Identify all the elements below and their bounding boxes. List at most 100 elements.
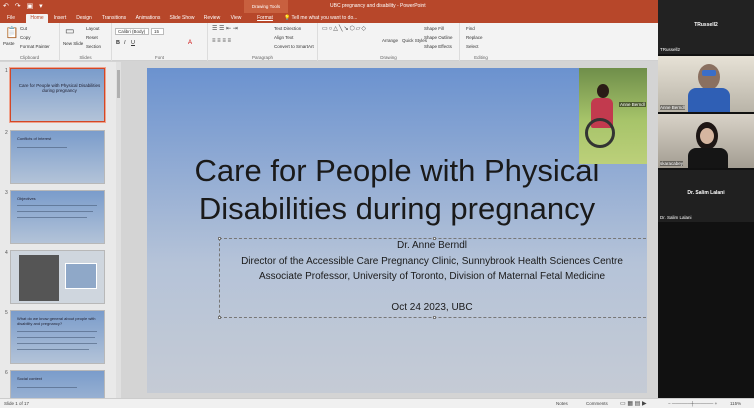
convert-smartart-button[interactable]: Convert to SmartArt — [274, 44, 314, 49]
arrange-button[interactable]: Arrange — [382, 38, 398, 43]
tab-home[interactable]: Home — [26, 14, 48, 23]
select-button[interactable]: Select — [466, 44, 479, 49]
tab-insert[interactable]: Insert — [52, 14, 68, 23]
slide-thumbnail-4[interactable] — [10, 250, 105, 304]
slide-counter: Slide 1 of 17 — [4, 401, 30, 406]
shape-outline-button[interactable]: Shape Outline — [424, 35, 453, 40]
slide-title-line-1: Care for People with Physical — [194, 153, 600, 188]
shapes-gallery-icon[interactable]: ▭○△╲↘⬡▱◇ — [322, 25, 367, 32]
thumbnail-text-line — [17, 331, 97, 332]
copy-button[interactable]: Copy — [20, 35, 31, 40]
tab-review[interactable]: Review — [202, 14, 222, 23]
quick-access-toolbar[interactable]: ↶ ↷ ▣ ▾ — [3, 2, 45, 10]
font-name-box[interactable]: Calibri (Body) — [115, 28, 149, 35]
tab-animations[interactable]: Animations — [134, 14, 162, 23]
editing-label: Editing — [474, 55, 488, 60]
zoom-level[interactable]: 115% — [730, 401, 741, 406]
shape-fill-button[interactable]: Shape Fill — [424, 26, 444, 31]
underline-button[interactable]: U — [131, 40, 135, 46]
reset-button[interactable]: Reset — [86, 35, 98, 40]
shape-effects-button[interactable]: Shape Effects — [424, 44, 452, 49]
window-title: UBC pregnancy and disability - PowerPoin… — [330, 3, 426, 9]
slide-title-line-2: Disabilities during pregnancy — [198, 191, 596, 226]
glasses-icon — [702, 70, 716, 76]
cut-button[interactable]: Cut — [20, 26, 27, 31]
resize-handle[interactable] — [433, 316, 436, 319]
video-participants-panel: TRussell2 TRussell2 Anne Berndl skaracab… — [658, 0, 754, 398]
comments-button[interactable]: Comments — [586, 401, 608, 406]
font-size-box[interactable]: 15 — [151, 28, 164, 35]
new-slide-icon[interactable]: ▭ — [65, 26, 74, 37]
slide-thumbnail-1[interactable]: Care for People with Physical Disabiliti… — [10, 68, 105, 122]
participant-name: Anne Berndl — [660, 105, 685, 110]
presenter-role-2: Associate Professor, University of Toron… — [258, 271, 606, 282]
wheelchair-wheel-icon — [585, 118, 615, 148]
slide-thumbnail-3[interactable]: Objectives — [10, 190, 105, 244]
slide-thumbnail-2[interactable]: Conflicts of Interest — [10, 130, 105, 184]
replace-button[interactable]: Replace — [466, 35, 483, 40]
ribbon-tabs: File Home Insert Design Transitions Anim… — [0, 13, 658, 23]
find-button[interactable]: Find — [466, 26, 475, 31]
align-icons[interactable]: ≡ ≡ ≡ ≡ — [212, 38, 231, 44]
editing-group: Find Replace Select Editing — [460, 23, 502, 61]
font-group: Calibri (Body) 15 B I U A Font — [112, 23, 208, 61]
tab-file[interactable]: File — [2, 14, 20, 23]
slide-number: 6 — [5, 370, 8, 376]
zoom-slider[interactable]: − ──────┼────── + — [668, 401, 717, 406]
participant-tile-2[interactable]: Anne Berndl — [658, 56, 754, 112]
participant-face — [700, 128, 714, 144]
slide-thumbnail-5[interactable]: What do we know general about people wit… — [10, 310, 105, 364]
paragraph-label: Paragraph — [251, 55, 273, 60]
format-painter-button[interactable]: Format Painter — [20, 44, 50, 49]
tab-format[interactable]: Format — [254, 14, 276, 23]
tell-me-search[interactable]: 💡 Tell me what you want to do... — [284, 14, 374, 23]
tab-transitions[interactable]: Transitions — [100, 14, 128, 23]
slide-number: 1 — [5, 68, 8, 74]
presenter-head — [597, 84, 609, 98]
tab-view[interactable]: View — [228, 14, 244, 23]
font-color-button[interactable]: A — [188, 40, 192, 46]
paste-icon[interactable]: 📋 — [5, 26, 19, 39]
view-buttons-icon[interactable]: ▭ ▦ ▤ ▶ — [620, 400, 647, 407]
tab-slide-show[interactable]: Slide Show — [168, 14, 196, 23]
presentation-date: Oct 24 2023, UBC — [391, 302, 473, 313]
slide-number: 4 — [5, 250, 8, 256]
resize-handle[interactable] — [218, 316, 221, 319]
participant-tile-1[interactable]: TRussell2 TRussell2 — [658, 0, 754, 54]
participant-tile-4[interactable]: Dr. Salim Lalani Dr. Salim Lalani — [658, 170, 754, 222]
thumbnail-text-line — [17, 337, 95, 338]
align-text-button[interactable]: Align Text — [274, 35, 293, 40]
participant-tile-3[interactable]: skaracabey — [658, 114, 754, 168]
slide-canvas: Care for People with Physical Disabiliti… — [121, 62, 658, 398]
scrollbar-thumb[interactable] — [117, 70, 120, 98]
drawing-group: ▭○△╲↘⬡▱◇ Arrange Quick Styles Shape Fill… — [318, 23, 460, 61]
tab-design[interactable]: Design — [74, 14, 94, 23]
slide-thumbnail-6[interactable]: Social context — [10, 370, 105, 398]
thumbnail-title: Social context — [17, 376, 42, 381]
layout-button[interactable]: Layout — [86, 26, 100, 31]
participant-face — [698, 64, 720, 90]
thumbnail-text-line — [17, 387, 77, 388]
italic-button[interactable]: I — [124, 40, 126, 46]
drawing-tools-label: Drawing Tools — [244, 0, 288, 13]
participant-shirt — [688, 88, 730, 112]
slides-group: ▭ New Slide Layout Reset Section Slides — [60, 23, 112, 61]
thumbnail-text-line — [17, 349, 89, 350]
presenter-video-overlay: Anne Berndl — [579, 68, 647, 164]
participant-big-name: Dr. Salim Lalani — [687, 190, 725, 196]
drawing-label: Drawing — [380, 55, 397, 60]
presenter-name: Dr. Anne Berndl — [396, 240, 468, 251]
new-slide-button[interactable]: New Slide — [63, 41, 83, 46]
notes-button[interactable]: Notes — [556, 401, 568, 406]
slide-number: 3 — [5, 190, 8, 196]
text-direction-button[interactable]: Text Direction — [274, 26, 301, 31]
current-slide[interactable]: Care for People with Physical Disabiliti… — [147, 68, 647, 393]
section-button[interactable]: Section — [86, 44, 101, 49]
thumbnail-text-line — [17, 217, 87, 218]
participant-big-name: TRussell2 — [694, 22, 718, 28]
slide-title[interactable]: Care for People with Physical Disabiliti… — [147, 152, 647, 228]
paste-button[interactable]: Paste — [3, 41, 15, 46]
clipboard-label: Clipboard — [19, 55, 40, 60]
bullets-icon[interactable]: ☰ ☰ ⇤ ⇥ — [212, 25, 238, 32]
bold-button[interactable]: B — [116, 40, 120, 46]
